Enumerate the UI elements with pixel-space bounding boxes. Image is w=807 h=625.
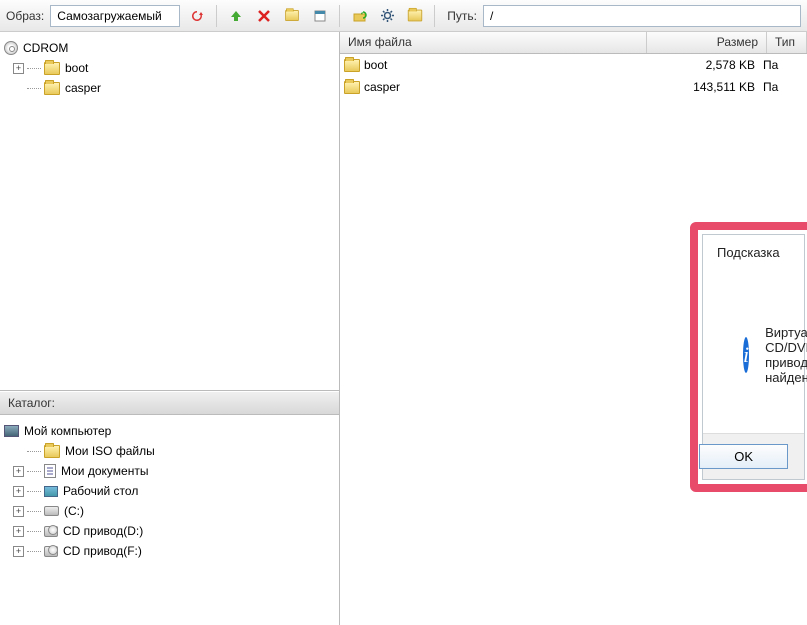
image-type-input[interactable]: [50, 5, 180, 27]
cd-drive-icon: [44, 526, 58, 537]
tree-connector: [27, 88, 41, 89]
tree-label: CD привод(D:): [63, 524, 143, 538]
file-list-header: Имя файла Размер Тип: [340, 32, 807, 54]
delete-icon[interactable]: [253, 5, 275, 27]
new-folder-icon[interactable]: [281, 5, 303, 27]
tree-item[interactable]: + boot: [4, 58, 335, 78]
documents-icon: [44, 464, 56, 478]
column-size[interactable]: Размер: [647, 32, 767, 53]
desktop-icon: [44, 486, 58, 497]
dialog-footer: OK: [703, 433, 804, 479]
file-row[interactable]: boot 2,578 KB Па: [340, 54, 807, 76]
tree-label: Мои ISO файлы: [65, 444, 155, 458]
gear-icon[interactable]: [376, 5, 398, 27]
image-tree: CDROM + boot casper: [0, 32, 339, 391]
ok-button[interactable]: OK: [699, 444, 788, 469]
catalog-item[interactable]: + Мои документы: [4, 461, 335, 481]
refresh-folder-icon[interactable]: [348, 5, 370, 27]
tree-label: casper: [65, 81, 101, 95]
tree-label: Мои документы: [61, 464, 148, 478]
tree-label: Рабочий стол: [63, 484, 138, 498]
expand-icon[interactable]: +: [13, 546, 24, 557]
catalog-tree: Мой компьютер Мои ISO файлы + Мои докуме…: [0, 415, 339, 625]
folder-icon: [344, 59, 360, 72]
file-type: Па: [763, 58, 803, 72]
column-name[interactable]: Имя файла: [340, 32, 647, 53]
file-type: Па: [763, 80, 803, 94]
expand-icon[interactable]: +: [13, 63, 24, 74]
folder-icon: [344, 81, 360, 94]
folder-icon: [44, 82, 60, 95]
image-label: Образ:: [6, 9, 44, 23]
expand-icon[interactable]: +: [13, 486, 24, 497]
tree-connector: [27, 491, 41, 492]
dialog-message: Виртуальный CD/DVD привод не найден!: [765, 325, 807, 385]
toolbar-separator: [339, 5, 340, 27]
disc-icon: [4, 41, 18, 55]
hdd-icon: [44, 506, 59, 516]
expand-icon[interactable]: +: [13, 526, 24, 537]
dialog-title: Подсказка: [703, 235, 804, 268]
expand-icon[interactable]: +: [13, 466, 24, 477]
path-input[interactable]: [483, 5, 801, 27]
catalog-header: Каталог:: [0, 391, 339, 415]
file-name: boot: [364, 58, 387, 72]
file-row[interactable]: casper 143,511 KB Па: [340, 76, 807, 98]
expand-blank: [13, 83, 24, 94]
toolbar-separator: [434, 5, 435, 27]
catalog-item[interactable]: + Рабочий стол: [4, 481, 335, 501]
iso-folder-icon: [44, 445, 60, 458]
catalog-root[interactable]: Мой компьютер: [4, 421, 335, 441]
main-toolbar: Образ: Путь:: [0, 0, 807, 32]
refresh-icon[interactable]: [186, 5, 208, 27]
cd-drive-icon: [44, 546, 58, 557]
tree-connector: [27, 531, 41, 532]
catalog-item[interactable]: + CD привод(D:): [4, 521, 335, 541]
tree-connector: [27, 451, 41, 452]
tree-label: Мой компьютер: [24, 424, 111, 438]
path-label: Путь:: [447, 9, 477, 23]
file-list: boot 2,578 KB Па casper 143,511 KB Па: [340, 54, 807, 98]
file-size: 2,578 KB: [643, 58, 763, 72]
computer-icon: [4, 425, 19, 437]
tree-item[interactable]: casper: [4, 78, 335, 98]
up-arrow-icon[interactable]: [225, 5, 247, 27]
tree-label: CDROM: [23, 41, 68, 55]
catalog-item[interactable]: + CD привод(F:): [4, 541, 335, 561]
properties-icon[interactable]: [309, 5, 331, 27]
tree-connector: [27, 551, 41, 552]
tree-label: (C:): [64, 504, 84, 518]
open-folder-icon[interactable]: [404, 5, 426, 27]
info-icon: i: [743, 337, 749, 373]
tree-label: CD привод(F:): [63, 544, 142, 558]
catalog-item[interactable]: Мои ISO файлы: [4, 441, 335, 461]
tree-connector: [27, 68, 41, 69]
column-type[interactable]: Тип: [767, 32, 807, 53]
file-name: casper: [364, 80, 400, 94]
expand-blank: [13, 446, 24, 457]
dialog-highlight: Подсказка i Виртуальный CD/DVD привод не…: [690, 222, 807, 492]
toolbar-separator: [216, 5, 217, 27]
folder-icon: [44, 62, 60, 75]
expand-icon[interactable]: +: [13, 506, 24, 517]
catalog-item[interactable]: + (C:): [4, 501, 335, 521]
tree-connector: [27, 471, 41, 472]
tree-label: boot: [65, 61, 88, 75]
tree-connector: [27, 511, 41, 512]
file-size: 143,511 KB: [643, 80, 763, 94]
tree-root-cdrom[interactable]: CDROM: [4, 38, 335, 58]
info-dialog: Подсказка i Виртуальный CD/DVD привод не…: [702, 234, 805, 480]
